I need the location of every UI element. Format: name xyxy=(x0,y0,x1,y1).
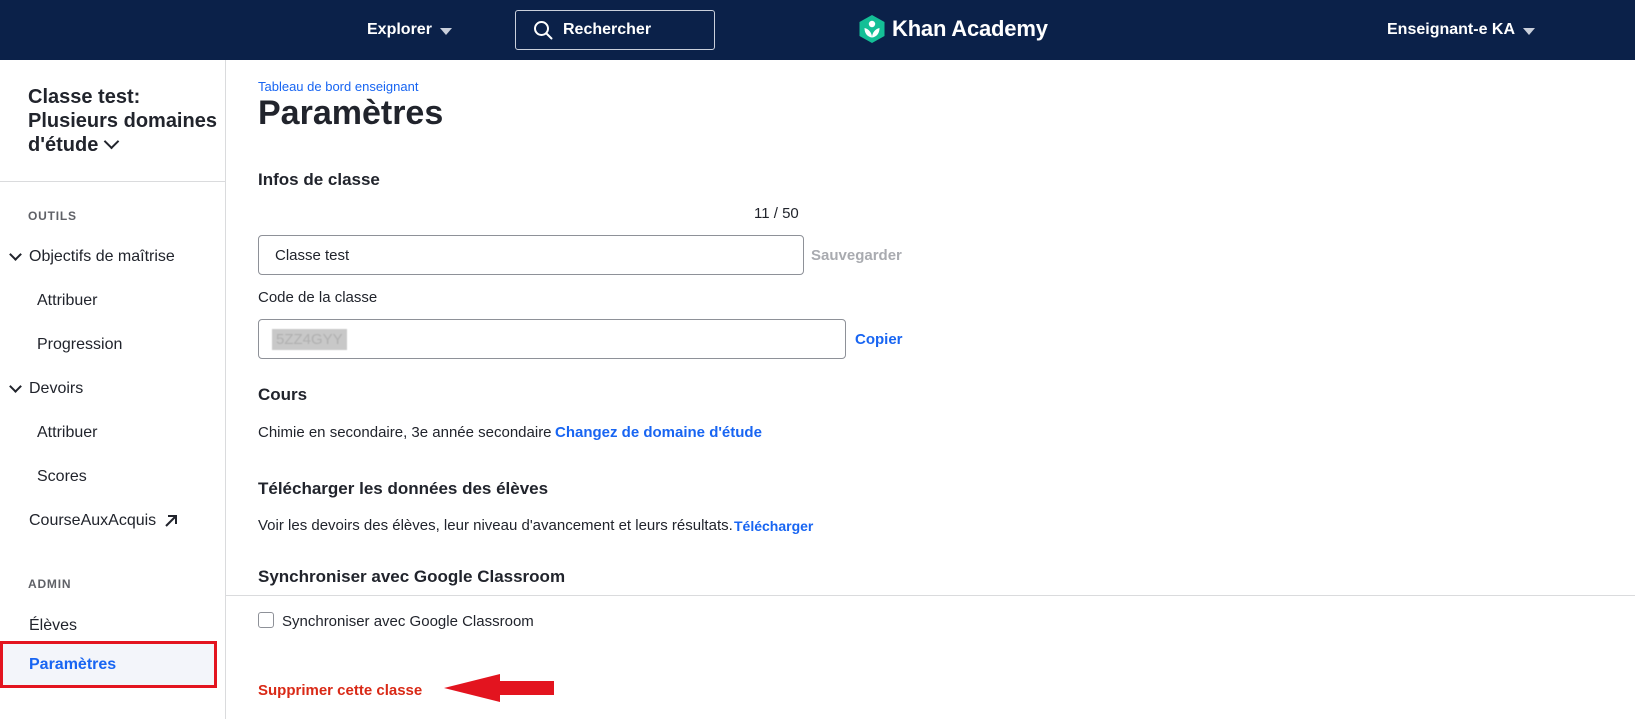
sidebar-item-label: Progression xyxy=(37,336,123,353)
class-info-heading: Infos de classe xyxy=(258,170,380,189)
user-menu-button[interactable]: Enseignant-e KA xyxy=(1387,21,1536,39)
sidebar-item-label: Attribuer xyxy=(37,292,98,309)
sidebar-item-mastery-goals[interactable]: Objectifs de maîtrise xyxy=(9,248,175,266)
sidebar-item-label: Devoirs xyxy=(29,380,84,397)
sidebar-item-progress[interactable]: Progression xyxy=(37,336,122,354)
user-name: Enseignant-e KA xyxy=(1387,21,1516,38)
class-code-label: Code de la classe xyxy=(258,289,378,306)
sidebar-item-assignments[interactable]: Devoirs xyxy=(9,380,84,398)
class-selector[interactable]: Classe test: Plusieurs domaines d'étude xyxy=(28,85,218,157)
breadcrumb[interactable]: Tableau de bord enseignant xyxy=(258,79,418,94)
class-name-input[interactable]: Classe test xyxy=(258,235,804,275)
chevron-down-icon xyxy=(104,133,120,150)
sidebar-item-mastery-assign[interactable]: Attribuer xyxy=(37,292,97,310)
delete-class-button[interactable]: Supprimer cette classe xyxy=(258,682,422,699)
search-icon xyxy=(534,21,553,40)
sidebar-item-label: Paramètres xyxy=(29,656,117,673)
search-placeholder: Rechercher xyxy=(563,21,652,38)
character-counter: 11 / 50 xyxy=(754,205,799,222)
section-label-tools: OUTILS xyxy=(28,209,77,223)
section-divider xyxy=(226,595,1635,596)
sidebar-item-label: CourseAuxAcquis xyxy=(29,512,157,529)
logo-text: Khan Academy xyxy=(892,16,1048,41)
sidebar-item-course-challenge[interactable]: CourseAuxAcquis xyxy=(29,512,178,530)
sidebar-item-label: Objectifs de maîtrise xyxy=(29,248,175,265)
save-button[interactable]: Sauvegarder xyxy=(811,247,902,264)
caret-down-icon xyxy=(439,27,452,35)
sidebar-item-settings[interactable]: Paramètres xyxy=(0,641,217,688)
courses-heading: Cours xyxy=(258,385,308,404)
external-link-icon xyxy=(165,515,178,527)
google-sync-checkbox[interactable] xyxy=(258,612,274,628)
change-course-link[interactable]: Changez de domaine d'étude xyxy=(555,424,762,441)
download-description: Voir les devoirs des élèves, leur niveau… xyxy=(258,517,733,534)
google-sync-checkbox-label[interactable]: Synchroniser avec Google Classroom xyxy=(282,613,534,630)
download-heading: Télécharger les données des élèves xyxy=(258,479,549,498)
caret-down-icon xyxy=(1523,27,1536,35)
explore-label: Explorer xyxy=(367,21,432,38)
section-label-admin: ADMIN xyxy=(28,577,72,591)
sidebar-item-label: Attribuer xyxy=(37,424,98,441)
search-button[interactable]: Rechercher xyxy=(515,10,715,50)
download-link[interactable]: Télécharger xyxy=(734,518,813,534)
sidebar-item-scores[interactable]: Scores xyxy=(37,468,87,486)
sidebar-item-label: Élèves xyxy=(29,617,78,634)
class-name-value: Classe test xyxy=(275,246,350,264)
google-sync-heading: Synchroniser avec Google Classroom xyxy=(258,567,566,586)
course-value: Chimie en secondaire, 3e année secondair… xyxy=(258,424,552,441)
sidebar-divider xyxy=(0,181,225,182)
top-nav-bar: Explorer Rechercher Khan Academy Enseign… xyxy=(0,0,1635,60)
khan-academy-logo[interactable]: Khan Academy xyxy=(858,14,1048,44)
sidebar-item-assignments-assign[interactable]: Attribuer xyxy=(37,424,97,442)
annotation-arrow-icon xyxy=(444,674,554,702)
khan-academy-logo-icon xyxy=(859,15,885,43)
class-code-value: 5ZZ4GYY xyxy=(272,328,347,350)
copy-button[interactable]: Copier xyxy=(855,331,903,348)
sidebar-item-label: Scores xyxy=(37,468,87,485)
explore-menu-button[interactable]: Explorer xyxy=(367,21,452,39)
class-code-field[interactable]: 5ZZ4GYY xyxy=(258,319,846,359)
sidebar-item-students[interactable]: Élèves xyxy=(29,617,77,635)
class-title: Classe test: Plusieurs domaines d'étude xyxy=(28,86,217,156)
page-title: Paramètres xyxy=(258,94,444,132)
